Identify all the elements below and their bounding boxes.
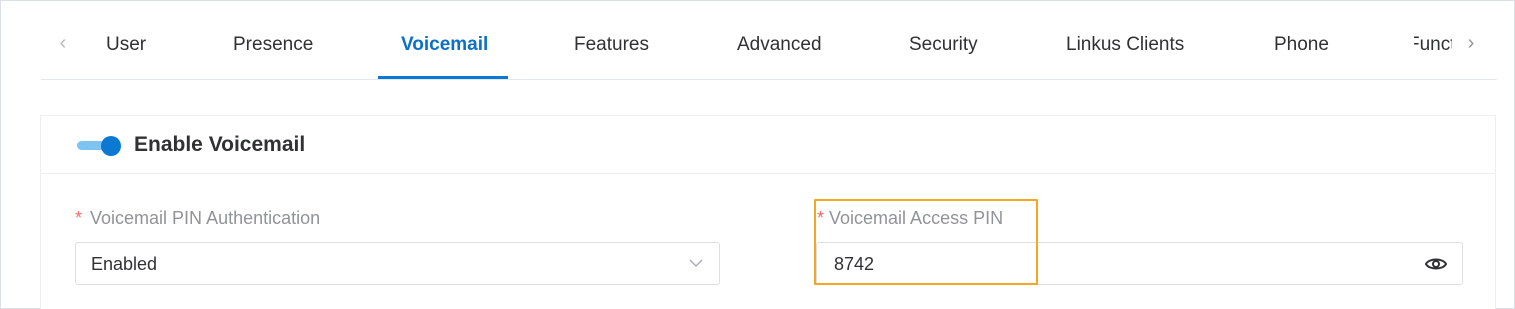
required-mark: * [817, 208, 825, 228]
tab-features[interactable]: Features [574, 9, 649, 79]
pin-auth-select[interactable]: Enabled [75, 242, 720, 285]
toggle-knob [101, 136, 121, 156]
access-pin-label-text: Voicemail Access PIN [829, 208, 1004, 228]
chevron-left-icon[interactable]: ‹ [53, 31, 73, 55]
access-pin-input[interactable]: 8742 [816, 242, 1463, 285]
access-pin-label: * Voicemail Access PIN [817, 208, 1003, 229]
access-pin-value: 8742 [834, 254, 875, 274]
chevron-down-icon [689, 259, 703, 267]
voicemail-card: Enable Voicemail * Voicemail PIN Authenti… [40, 115, 1496, 309]
tab-function-keys[interactable]: Function Keys [1414, 9, 1452, 79]
required-mark: * [75, 208, 83, 228]
tab-presence[interactable]: Presence [233, 9, 313, 79]
tab-user[interactable]: User [106, 9, 146, 79]
eye-icon[interactable] [1424, 253, 1448, 275]
tab-voicemail[interactable]: Voicemail [401, 9, 488, 79]
tab-function-keys-clip: Function Keys [1414, 9, 1452, 79]
tab-linkus-clients[interactable]: Linkus Clients [1066, 9, 1184, 79]
tab-phone[interactable]: Phone [1274, 9, 1329, 79]
card-header: Enable Voicemail [41, 116, 1495, 174]
pin-auth-label-text: Voicemail PIN Authentication [90, 208, 321, 228]
tab-security[interactable]: Security [909, 9, 978, 79]
tab-advanced[interactable]: Advanced [737, 9, 822, 79]
settings-panel: ‹ User Presence Voicemail Features Advan… [0, 0, 1515, 309]
tab-bar: ‹ User Presence Voicemail Features Advan… [41, 9, 1497, 80]
enable-voicemail-toggle[interactable] [77, 136, 121, 156]
card-title: Enable Voicemail [134, 133, 306, 156]
pin-auth-label: * Voicemail PIN Authentication [75, 208, 320, 229]
active-tab-indicator [378, 76, 508, 79]
pin-auth-value: Enabled [91, 254, 158, 274]
chevron-right-icon[interactable]: › [1461, 31, 1481, 55]
